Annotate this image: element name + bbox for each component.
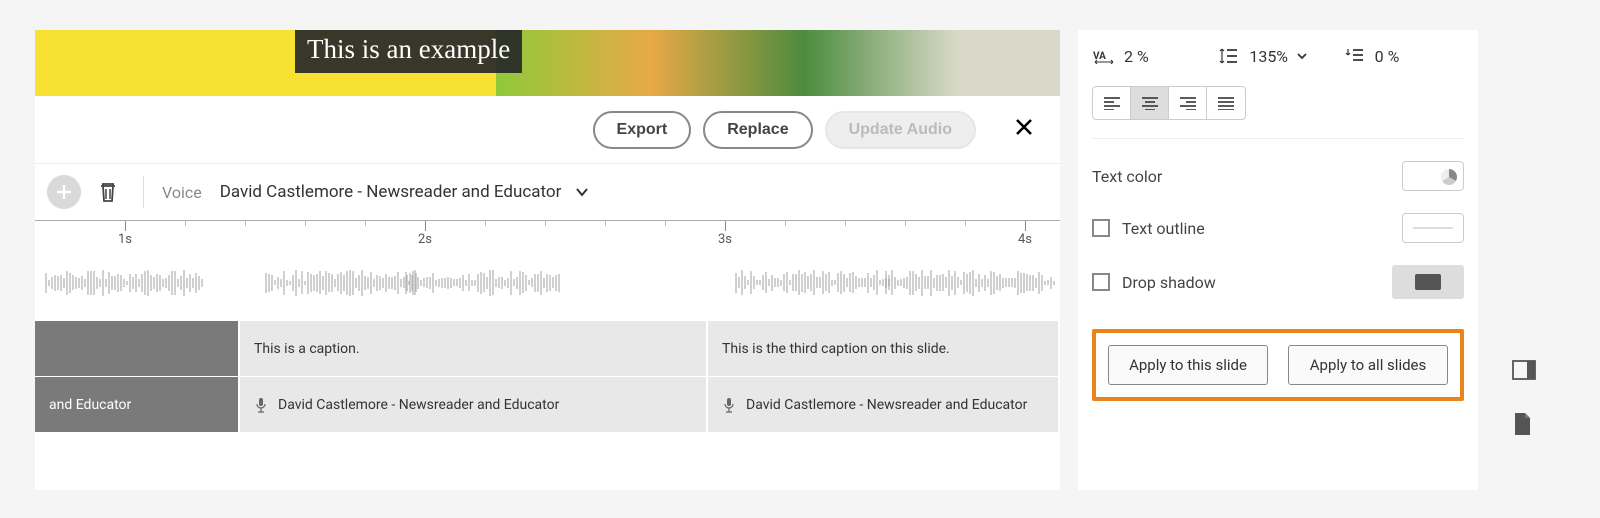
text-color-picker[interactable] (1402, 161, 1464, 191)
waveform-segment (45, 270, 204, 300)
slide-preview: This is an example (35, 30, 1060, 96)
action-bar: Export Replace Update Audio (35, 96, 1060, 164)
voice-label: Voice (162, 183, 202, 202)
speaker-clip[interactable]: David Castlemore - Newsreader and Educat… (240, 377, 708, 432)
shadow-icon (1415, 274, 1441, 290)
caption-clip-selected[interactable] (35, 321, 240, 376)
timeline-ruler[interactable]: 1s 2s 3s 4s (35, 220, 1060, 250)
text-color-row: Text color (1092, 161, 1464, 191)
speaker-clip[interactable]: David Castlemore - Newsreader and Educat… (708, 377, 1060, 432)
caption-clip[interactable]: This is a caption. (240, 321, 708, 376)
document-icon[interactable] (1512, 412, 1538, 438)
divider (143, 176, 144, 208)
waveform-segment (885, 270, 1056, 300)
drop-shadow-checkbox[interactable] (1092, 273, 1110, 291)
apply-to-this-slide-button[interactable]: Apply to this slide (1108, 345, 1268, 385)
right-rail (1490, 30, 1560, 490)
tracking-icon: VA (1092, 44, 1116, 68)
line-preview (1413, 227, 1453, 229)
text-outline-swatch[interactable] (1402, 213, 1464, 243)
speaker-track: and Educator David Castlemore - Newsread… (35, 376, 1060, 432)
drop-shadow-row: Drop shadow (1092, 265, 1464, 299)
tick-label: 4s (1018, 232, 1032, 247)
caption-clip[interactable]: This is the third caption on this slide. (708, 321, 1060, 376)
text-outline-label: Text outline (1122, 219, 1205, 238)
align-right-button[interactable] (1169, 87, 1207, 119)
audio-caption-editor: This is an example Export Replace Update… (35, 30, 1060, 490)
tick-label: 2s (418, 232, 432, 247)
close-icon[interactable] (1014, 117, 1034, 142)
align-justify-button[interactable] (1207, 87, 1245, 119)
microphone-icon (254, 397, 268, 413)
waveform-segment (735, 270, 891, 300)
waveform-segment (405, 270, 561, 300)
voice-toolbar: Voice David Castlemore - Newsreader and … (35, 164, 1060, 220)
chevron-down-icon (575, 185, 589, 199)
drop-shadow-label: Drop shadow (1122, 273, 1216, 292)
text-outline-row: Text outline (1092, 213, 1464, 243)
voice-dropdown[interactable]: David Castlemore - Newsreader and Educat… (220, 182, 590, 202)
waveform-segment (265, 270, 418, 300)
trash-icon[interactable] (91, 175, 125, 209)
drop-shadow-preview[interactable] (1392, 265, 1464, 299)
caption-track: This is a caption. This is the third cap… (35, 320, 1060, 376)
speaker-clip-selected[interactable]: and Educator (35, 377, 240, 432)
waveform-track[interactable] (35, 250, 1060, 320)
chevron-down-icon (1296, 50, 1308, 62)
text-properties-panel: VA 2 % 135% 0 % (1078, 30, 1478, 490)
apply-to-all-slides-button[interactable]: Apply to all slides (1288, 345, 1448, 385)
microphone-icon (722, 397, 736, 413)
text-outline-checkbox[interactable] (1092, 219, 1110, 237)
export-button[interactable]: Export (593, 111, 692, 149)
voice-selected-value: David Castlemore - Newsreader and Educat… (220, 182, 562, 202)
add-icon[interactable] (47, 175, 81, 209)
replace-button[interactable]: Replace (703, 111, 812, 149)
tracking-control[interactable]: VA 2 % (1092, 44, 1213, 68)
line-height-control[interactable]: 135% (1217, 44, 1338, 68)
text-color-label: Text color (1092, 167, 1162, 186)
tick-label: 3s (718, 232, 732, 247)
align-left-button[interactable] (1093, 87, 1131, 119)
preview-caption-overlay: This is an example (295, 30, 522, 73)
space-after-icon (1343, 44, 1367, 68)
panel-icon[interactable] (1512, 360, 1538, 386)
line-height-icon (1217, 44, 1241, 68)
divider (1092, 138, 1464, 139)
apply-buttons-highlight: Apply to this slide Apply to all slides (1092, 329, 1464, 401)
tick-label: 1s (118, 232, 132, 247)
spacing-controls: VA 2 % 135% 0 % (1092, 40, 1464, 72)
update-audio-button[interactable]: Update Audio (825, 111, 976, 149)
align-center-button[interactable] (1131, 87, 1169, 119)
svg-text:VA: VA (1093, 51, 1106, 62)
leading-control[interactable]: 0 % (1343, 44, 1464, 68)
text-align-group (1092, 86, 1246, 120)
